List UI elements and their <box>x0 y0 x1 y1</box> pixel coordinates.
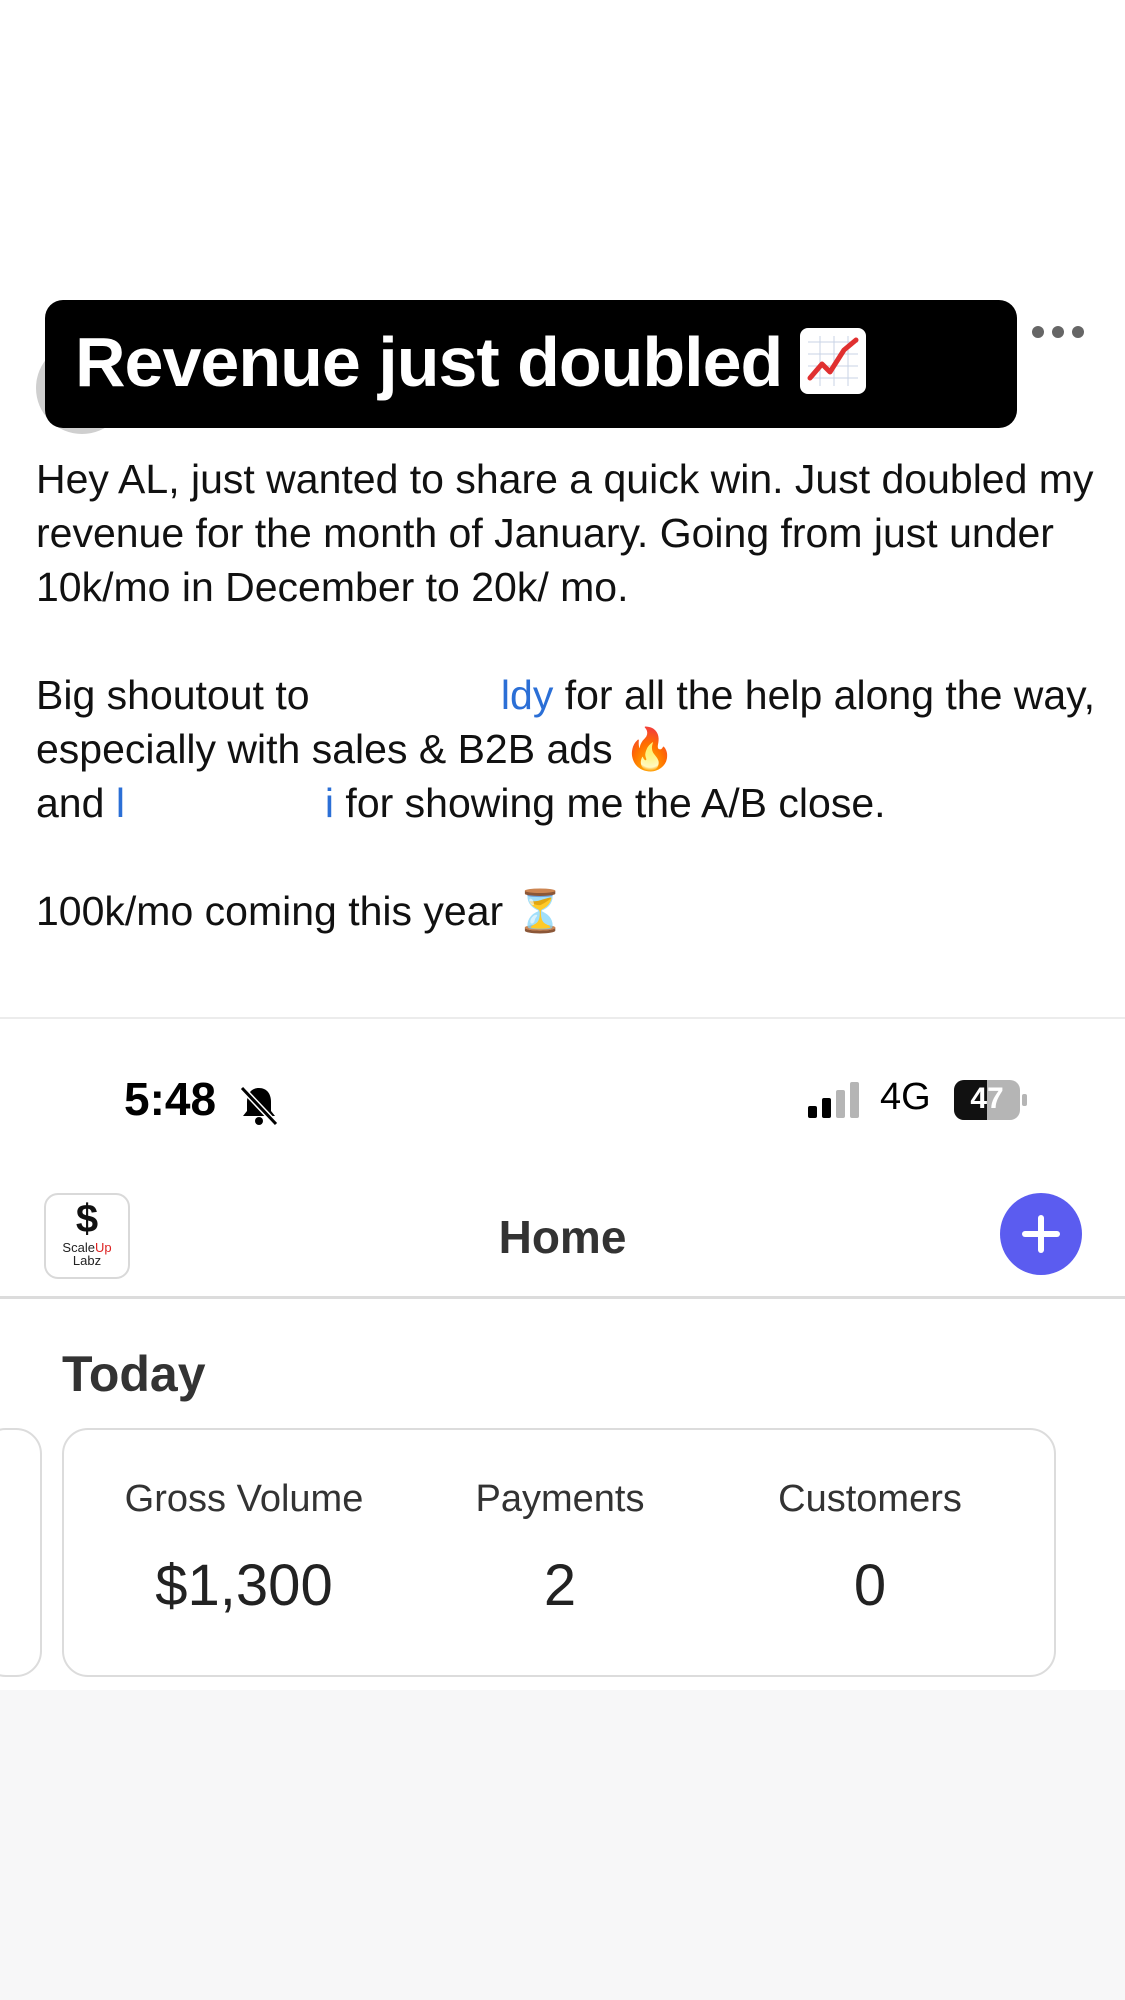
redacted-mention-1 <box>320 668 501 722</box>
nav-divider <box>0 1296 1125 1299</box>
mention-2-end[interactable]: i <box>325 780 334 826</box>
post-title: Revenue just doubled <box>75 323 783 401</box>
today-stats-card[interactable]: Gross Volume $1,300 Payments 2 Customers… <box>62 1428 1056 1677</box>
battery-icon: 47 <box>954 1080 1028 1120</box>
stat-label-payments: Payments <box>475 1478 645 1520</box>
post-paragraph-1: Hey AL, just wanted to share a quick win… <box>36 456 1094 610</box>
goal-text: 100k/mo coming this year <box>36 888 515 934</box>
chart-increasing-icon <box>800 328 867 394</box>
shoutout-text: Big shoutout to <box>36 672 321 718</box>
status-time: 5:48 <box>124 1073 217 1125</box>
previous-card[interactable] <box>0 1428 42 1677</box>
network-type: 4G <box>880 1076 931 1118</box>
signal-icon <box>808 1082 859 1118</box>
stat-label-gross-volume: Gross Volume <box>124 1478 364 1520</box>
post-body: Hey AL, just wanted to share a quick win… <box>36 452 1096 938</box>
stat-label-customers: Customers <box>778 1478 962 1520</box>
redacted-mention-2 <box>124 776 325 830</box>
bell-muted-icon <box>239 1085 279 1127</box>
section-title: Today <box>62 1346 206 1402</box>
post-paragraph-3: 100k/mo coming this year ⏳ <box>36 884 1096 938</box>
closing-text: for showing me the A/B close. <box>334 780 886 826</box>
stat-value-customers: 0 <box>853 1553 887 1618</box>
mention-1[interactable]: ldy <box>501 672 553 718</box>
add-icon[interactable] <box>1000 1193 1082 1275</box>
mention-2-start[interactable]: l <box>116 780 125 826</box>
stat-value-gross-volume: $1,300 <box>155 1553 333 1618</box>
post-paragraph-2: Big shoutout to ldy for all the help alo… <box>36 668 1096 830</box>
app-background <box>0 1690 1125 2000</box>
and-text: and <box>36 780 116 826</box>
stat-value-payments: 2 <box>543 1553 577 1618</box>
hourglass-icon: ⏳ <box>514 888 566 934</box>
post-title-banner: Revenue just doubled <box>45 300 1017 428</box>
battery-level: 47 <box>970 1082 1004 1115</box>
page-title: Home <box>498 1211 627 1263</box>
more-icon[interactable] <box>1032 322 1088 342</box>
fire-icon: 🔥 <box>623 726 676 772</box>
